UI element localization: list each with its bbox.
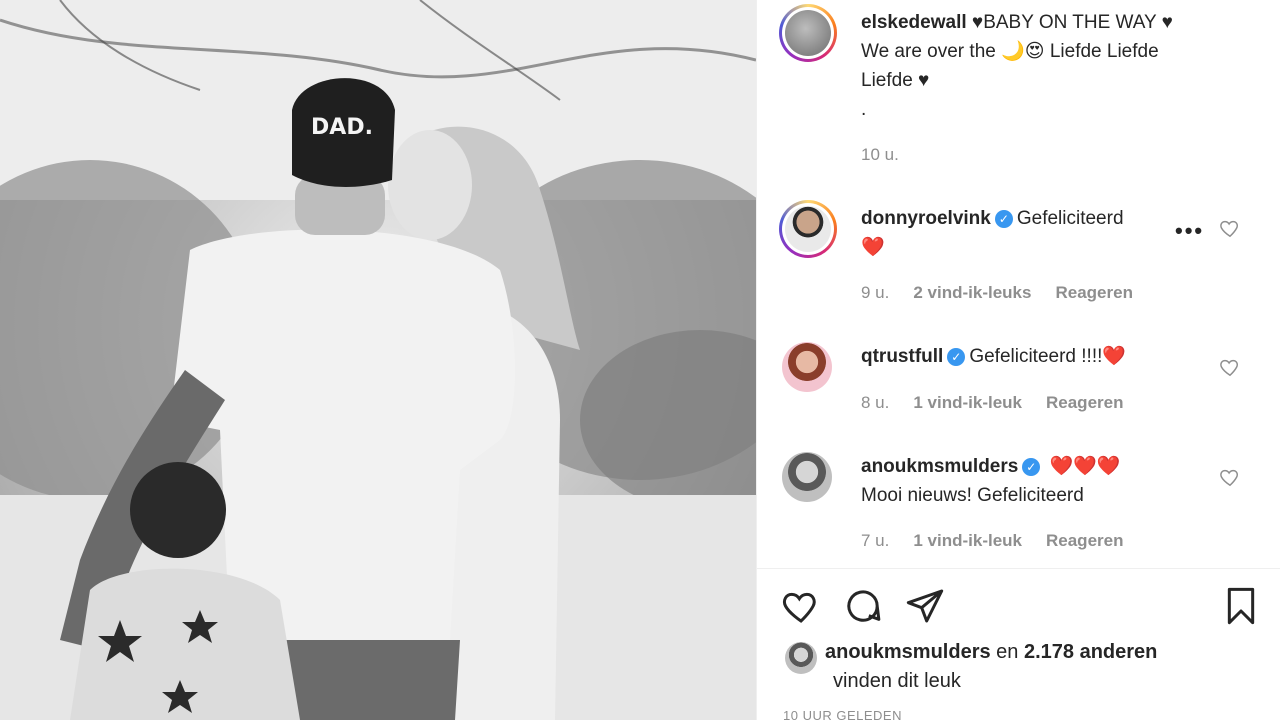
caption-dot: . xyxy=(861,99,867,120)
caption-line2: We are over the 🌙😍 Liefde Liefde xyxy=(861,41,1159,62)
comment-like-heart-icon[interactable] xyxy=(1219,217,1241,239)
comment-text-line2: Mooi nieuws! Gefeliciteerd xyxy=(861,485,1084,506)
section-divider xyxy=(757,568,1280,569)
comment-2: qtrustfull ✓ Gefeliciteerd !!!!❤️ xyxy=(861,342,1126,371)
verified-badge-icon: ✓ xyxy=(1022,458,1041,476)
comment-likes[interactable]: 1 vind-ik-leuk xyxy=(913,393,1022,413)
comment-username[interactable]: donnyroelvink xyxy=(861,208,991,229)
comment-text-line2: ❤️ xyxy=(861,237,885,258)
post-timestamp[interactable]: 10 UUR GELEDEN xyxy=(783,708,902,720)
heart-icon[interactable] xyxy=(781,586,821,626)
caption-line1: ♥BABY ON THE WAY ♥ xyxy=(971,12,1173,33)
comment-time[interactable]: 9 u. xyxy=(861,283,889,303)
author-avatar[interactable] xyxy=(779,4,837,62)
comment-like-heart-icon[interactable] xyxy=(1219,356,1241,378)
more-options-icon[interactable]: ••• xyxy=(1175,218,1204,244)
comment-avatar-anoukmsmulders[interactable] xyxy=(782,452,832,502)
comment-likes[interactable]: 1 vind-ik-leuk xyxy=(913,531,1022,551)
post-photo[interactable]: DAD. xyxy=(0,0,756,720)
post-time[interactable]: 10 u. xyxy=(861,145,899,165)
reply-button[interactable]: Reageren xyxy=(1046,531,1123,551)
comment-avatar-qtrustfull[interactable] xyxy=(782,342,832,392)
likes-summary: anoukmsmulders en 2.178 anderen xyxy=(825,638,1157,666)
verified-badge-icon: ✓ xyxy=(947,348,966,366)
bookmark-icon[interactable] xyxy=(1221,586,1261,626)
comment-username[interactable]: anoukmsmulders xyxy=(861,456,1018,477)
post-caption: elskedewall ♥BABY ON THE WAY ♥ We are ov… xyxy=(861,8,1261,124)
comment-username[interactable]: qtrustfull xyxy=(861,346,943,367)
comments-panel: elskedewall ♥BABY ON THE WAY ♥ We are ov… xyxy=(756,0,1280,720)
likes-connector: en xyxy=(996,641,1019,663)
liker-username[interactable]: anoukmsmulders xyxy=(825,641,991,663)
comment-3-meta: 7 u. 1 vind-ik-leuk Reageren xyxy=(861,531,1123,551)
comment-time[interactable]: 7 u. xyxy=(861,531,889,551)
comment-like-heart-icon[interactable] xyxy=(1219,466,1241,488)
comment-icon[interactable] xyxy=(843,586,883,626)
comment-3: anoukmsmulders ✓ ❤️❤️❤️ Mooi nieuws! Gefe… xyxy=(861,452,1181,510)
reply-button[interactable]: Reageren xyxy=(1046,393,1123,413)
comment-likes[interactable]: 2 vind-ik-leuks xyxy=(913,283,1031,303)
cap-text: DAD. xyxy=(311,115,373,140)
share-icon[interactable] xyxy=(905,586,945,626)
comment-1-meta: 9 u. 2 vind-ik-leuks Reageren xyxy=(861,283,1133,303)
liker-avatar[interactable] xyxy=(785,642,817,674)
comment-text: Gefeliciteerd !!!!❤️ xyxy=(969,346,1127,367)
comment-1: donnyroelvink ✓ Gefeliciteerd ❤️ xyxy=(861,204,1181,262)
comment-text: Gefeliciteerd xyxy=(1016,208,1124,229)
comment-text: ❤️❤️❤️ xyxy=(1049,456,1121,477)
likes-others[interactable]: 2.178 anderen xyxy=(1024,641,1157,663)
comment-time[interactable]: 8 u. xyxy=(861,393,889,413)
comment-2-meta: 8 u. 1 vind-ik-leuk Reageren xyxy=(861,393,1123,413)
caption-line3: Liefde ♥ xyxy=(861,70,930,91)
photo-illustration: DAD. xyxy=(0,0,756,720)
author-username[interactable]: elskedewall xyxy=(861,12,967,33)
comment-avatar-donnyroelvink[interactable] xyxy=(779,200,837,258)
verified-badge-icon: ✓ xyxy=(994,210,1013,228)
reply-button[interactable]: Reageren xyxy=(1055,283,1132,303)
likes-suffix: vinden dit leuk xyxy=(833,670,961,692)
